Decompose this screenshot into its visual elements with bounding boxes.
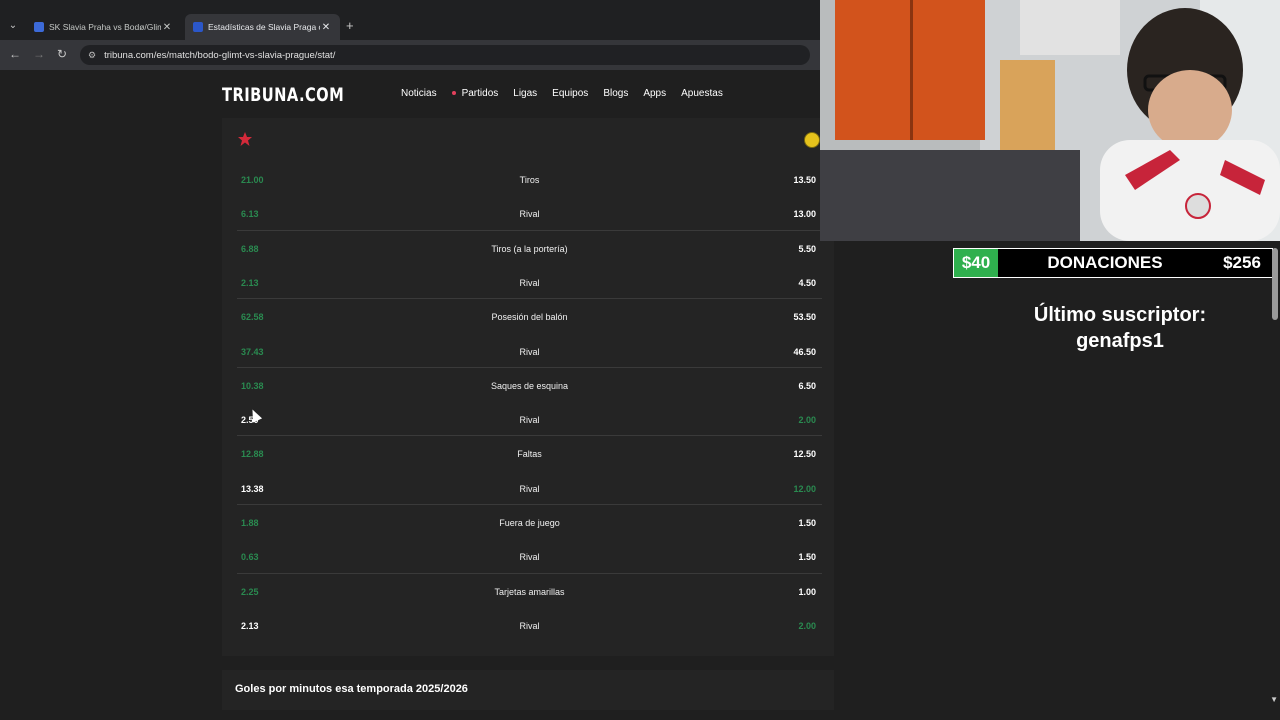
subscriber-label: Último suscriptor:	[1033, 304, 1207, 326]
back-arrow-icon[interactable]: ←	[9, 47, 21, 61]
stat-right-value: 1.00	[798, 586, 816, 597]
stat-row: 6.88 Tiros (a la portería) 5.50	[237, 232, 822, 266]
stat-label: Rival	[519, 483, 540, 494]
stat-divider	[237, 366, 822, 368]
tribuna-favicon-icon	[193, 22, 203, 32]
url-text: tribuna.com/es/match/bodo-glimt-vs-slavi…	[104, 49, 336, 61]
site-info-icon[interactable]: ⚙	[88, 50, 96, 61]
stat-row: 0.63 Rival 1.50	[237, 540, 822, 574]
webcam-image	[820, 0, 1280, 241]
site-header: TRIBUNA.COM Noticias Partidos Ligas Equi…	[0, 70, 820, 118]
stat-divider	[237, 229, 822, 231]
stat-divider	[237, 572, 822, 574]
stat-label: Rival	[519, 552, 540, 563]
stat-row: 12.88 Faltas 12.50	[237, 437, 822, 471]
site-logo[interactable]: TRIBUNA.COM	[222, 84, 344, 106]
stat-row: 6.13 Rival 13.00	[237, 197, 822, 231]
live-dot-icon	[451, 91, 456, 96]
donation-label: DONACIONES	[1047, 253, 1163, 272]
browser-tab-1[interactable]: SK Slavia Praha vs Bodø/Glimt - ✕	[26, 14, 181, 40]
scroll-down-icon[interactable]: ▼	[1270, 695, 1278, 704]
stat-label: Rival	[519, 415, 540, 426]
stat-row: 21.00 Tiros 13.50	[237, 163, 822, 197]
stat-right-value: 13.00	[793, 209, 816, 220]
forward-arrow-icon[interactable]: →	[33, 47, 45, 61]
stat-row: 62.58 Posesión del balón 53.50	[237, 300, 822, 334]
stat-row: 13.38 Rival 12.00	[237, 472, 822, 506]
stat-divider	[237, 435, 822, 437]
section-title: Goles por minutos esa temporada 2025/202…	[235, 683, 468, 695]
tab-search-icon[interactable]: ⌄	[4, 17, 22, 35]
stat-label: Faltas	[517, 449, 542, 460]
slavia-star-icon	[238, 132, 252, 146]
tab-title: Estadísticas de Slavia Praga con	[208, 22, 320, 32]
nav-equipos[interactable]: Equipos	[552, 88, 588, 99]
stat-right-value: 6.50	[798, 380, 816, 391]
browser-tab-2[interactable]: Estadísticas de Slavia Praga con ✕	[185, 14, 340, 40]
stat-label: Tiros	[519, 175, 540, 185]
subscriber-name: genafps1	[1076, 330, 1164, 352]
address-bar[interactable]: ⚙ tribuna.com/es/match/bodo-glimt-vs-sla…	[80, 45, 810, 65]
main-nav: Noticias Partidos Ligas Equipos Blogs Ap…	[401, 88, 738, 99]
stats-panel: 21.00 Tiros 13.50 6.13 Rival 13.00 6.88 Tiros (…	[222, 118, 834, 656]
donation-latest: $40	[954, 249, 998, 277]
nav-apuestas[interactable]: Apuestas	[681, 88, 723, 99]
goals-by-minute-section: Goles por minutos esa temporada 2025/202…	[222, 670, 834, 710]
stat-right-value: 1.50	[798, 518, 816, 528]
stat-row: 1.88 Fuera de juego 1.50	[237, 506, 822, 540]
stat-right-value: 1.50	[798, 552, 816, 563]
donation-total: $256	[1223, 253, 1261, 272]
nav-partidos[interactable]: Partidos	[451, 88, 499, 99]
stat-label: Rival	[519, 620, 540, 631]
browser-toolbar: ← → ↻ ⚙ tribuna.com/es/match/bodo-glimt-…	[0, 40, 820, 70]
stat-label: Tarjetas amarillas	[494, 586, 565, 597]
nav-ligas[interactable]: Ligas	[513, 88, 537, 99]
stat-row: 2.13 Rival 4.50	[237, 266, 822, 300]
stat-right-value: 4.50	[798, 277, 816, 288]
stat-right-value: 13.50	[793, 175, 816, 185]
webcam-feed	[820, 0, 1280, 241]
nav-noticias[interactable]: Noticias	[401, 88, 437, 99]
slavia-favicon-icon	[34, 22, 44, 32]
stat-label: Tiros (a la portería)	[491, 243, 568, 254]
browser-tab-strip: ⌄ SK Slavia Praha vs Bodø/Glimt - ✕ Esta…	[0, 0, 820, 40]
stat-row: 2.13 Rival 2.00	[237, 609, 822, 643]
stat-divider	[237, 298, 822, 300]
stat-row: 2.50 Rival 2.00	[237, 403, 822, 437]
new-tab-plus-icon[interactable]: +	[346, 18, 354, 33]
stat-row: 37.43 Rival 46.50	[237, 335, 822, 369]
stat-label: Saques de esquina	[490, 380, 569, 391]
stat-label: Posesión del balón	[491, 312, 568, 323]
latest-subscriber: Último suscriptor: genafps1	[960, 302, 1280, 354]
stat-row: 10.38 Saques de esquina 6.50	[237, 369, 822, 403]
nav-blogs[interactable]: Blogs	[603, 88, 628, 99]
stat-label: Rival	[519, 346, 540, 357]
stat-right-value: 5.50	[798, 243, 816, 254]
stat-right-value: 46.50	[793, 346, 816, 357]
bodo-glimt-crest-icon	[804, 132, 820, 148]
stat-label: Fuera de juego	[499, 518, 560, 528]
tab-title: SK Slavia Praha vs Bodø/Glimt -	[49, 22, 161, 32]
stat-right-value: 53.50	[793, 312, 816, 323]
page-scrollbar[interactable]	[1272, 248, 1278, 320]
nav-apps[interactable]: Apps	[643, 88, 666, 99]
close-tab-icon[interactable]: ✕	[320, 22, 332, 33]
reload-icon[interactable]: ↻	[57, 47, 67, 61]
stat-right-value: 2.00	[798, 620, 816, 631]
stat-label: Rival	[519, 277, 540, 288]
donation-bar: $40 DONACIONES $256	[953, 248, 1273, 278]
stat-divider	[237, 504, 822, 505]
stat-right-value: 12.00	[793, 483, 816, 494]
stat-right-value: 12.50	[793, 449, 816, 460]
stat-right-value: 2.00	[798, 415, 816, 426]
stat-label: Rival	[519, 209, 540, 220]
stat-row: 2.25 Tarjetas amarillas 1.00	[237, 575, 822, 609]
nav-partidos-label: Partidos	[461, 88, 499, 99]
close-tab-icon[interactable]: ✕	[161, 22, 173, 33]
